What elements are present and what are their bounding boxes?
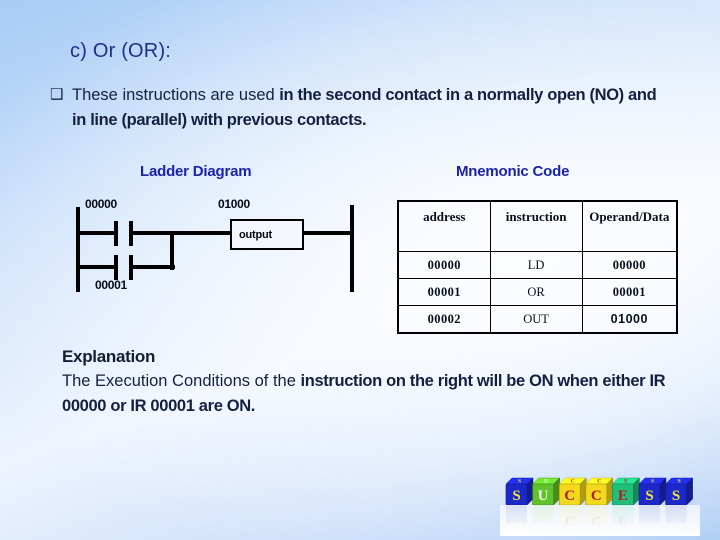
svg-text:C: C — [597, 478, 601, 484]
svg-text:S: S — [678, 478, 681, 484]
table-header-row: address instruction Operand/Data — [397, 200, 678, 252]
table-row: 00002 OUT 01000 — [397, 305, 678, 334]
explanation-body-regular: The Execution Conditions of the — [62, 372, 301, 390]
output-instruction-box: output — [230, 219, 304, 250]
column-header-address: address — [397, 200, 491, 252]
bullet-text-regular: These instructions are used — [72, 86, 280, 104]
mnemonic-code-heading: Mnemonic Code — [456, 163, 570, 180]
column-header-instruction: instruction — [489, 200, 583, 252]
cell-address: 00000 — [397, 251, 491, 279]
cell-address: 00001 — [397, 278, 491, 306]
cell-operand: 01000 — [581, 305, 678, 334]
mnemonic-code-table: address instruction Operand/Data 00000 L… — [397, 200, 678, 334]
svg-text:S: S — [518, 478, 521, 484]
output-coil-label: 01000 — [218, 197, 250, 211]
table-row: 00001 OR 00001 — [397, 278, 678, 306]
svg-text:U: U — [538, 488, 549, 504]
svg-text:S: S — [645, 488, 653, 504]
ladder-diagram-heading: Ladder Diagram — [140, 163, 252, 180]
bullet-text: These instructions are used in the secon… — [72, 83, 668, 133]
ladder-diagram-svg — [76, 205, 354, 292]
svg-text:E: E — [624, 478, 628, 484]
cell-operand: 00001 — [581, 278, 678, 306]
svg-text:C: C — [564, 488, 575, 504]
explanation-block: Explanation The Execution Conditions of … — [62, 346, 682, 419]
cell-address: 00002 — [397, 305, 491, 334]
svg-text:C: C — [591, 488, 602, 504]
bullet-row: ❑ These instructions are used in the sec… — [50, 83, 670, 133]
cell-instruction: OR — [489, 278, 583, 306]
ladder-diagram: 00000 00001 01000 output — [60, 195, 380, 310]
contact-top-label: 00000 — [85, 197, 117, 211]
bullet-block: ❑ These instructions are used in the sec… — [50, 83, 670, 133]
svg-text:E: E — [618, 488, 628, 504]
contact-bottom-label: 00001 — [95, 278, 127, 292]
svg-text:S: S — [512, 488, 520, 504]
svg-text:U: U — [544, 478, 548, 484]
svg-text:S: S — [672, 488, 680, 504]
svg-text:S: S — [651, 478, 654, 484]
success-logo-svg: SSUUCCCCEESSSS SUCCESS — [500, 477, 700, 536]
slide-canvas: c) Or (OR): ❑ These instructions are use… — [0, 0, 720, 540]
svg-text:C: C — [571, 478, 575, 484]
bullet-square-icon: ❑ — [50, 85, 64, 103]
column-header-operand: Operand/Data — [581, 200, 678, 252]
cell-operand: 00000 — [581, 251, 678, 279]
table-row: 00000 LD 00000 — [397, 251, 678, 279]
success-logo: SSUUCCCCEESSSS SUCCESS — [500, 470, 700, 536]
cell-instruction: LD — [489, 251, 583, 279]
cell-instruction: OUT — [489, 305, 583, 334]
explanation-body: The Execution Conditions of the instruct… — [62, 369, 682, 419]
explanation-title: Explanation — [62, 347, 156, 366]
page-title: c) Or (OR): — [70, 40, 172, 62]
output-box-text: output — [239, 228, 273, 241]
